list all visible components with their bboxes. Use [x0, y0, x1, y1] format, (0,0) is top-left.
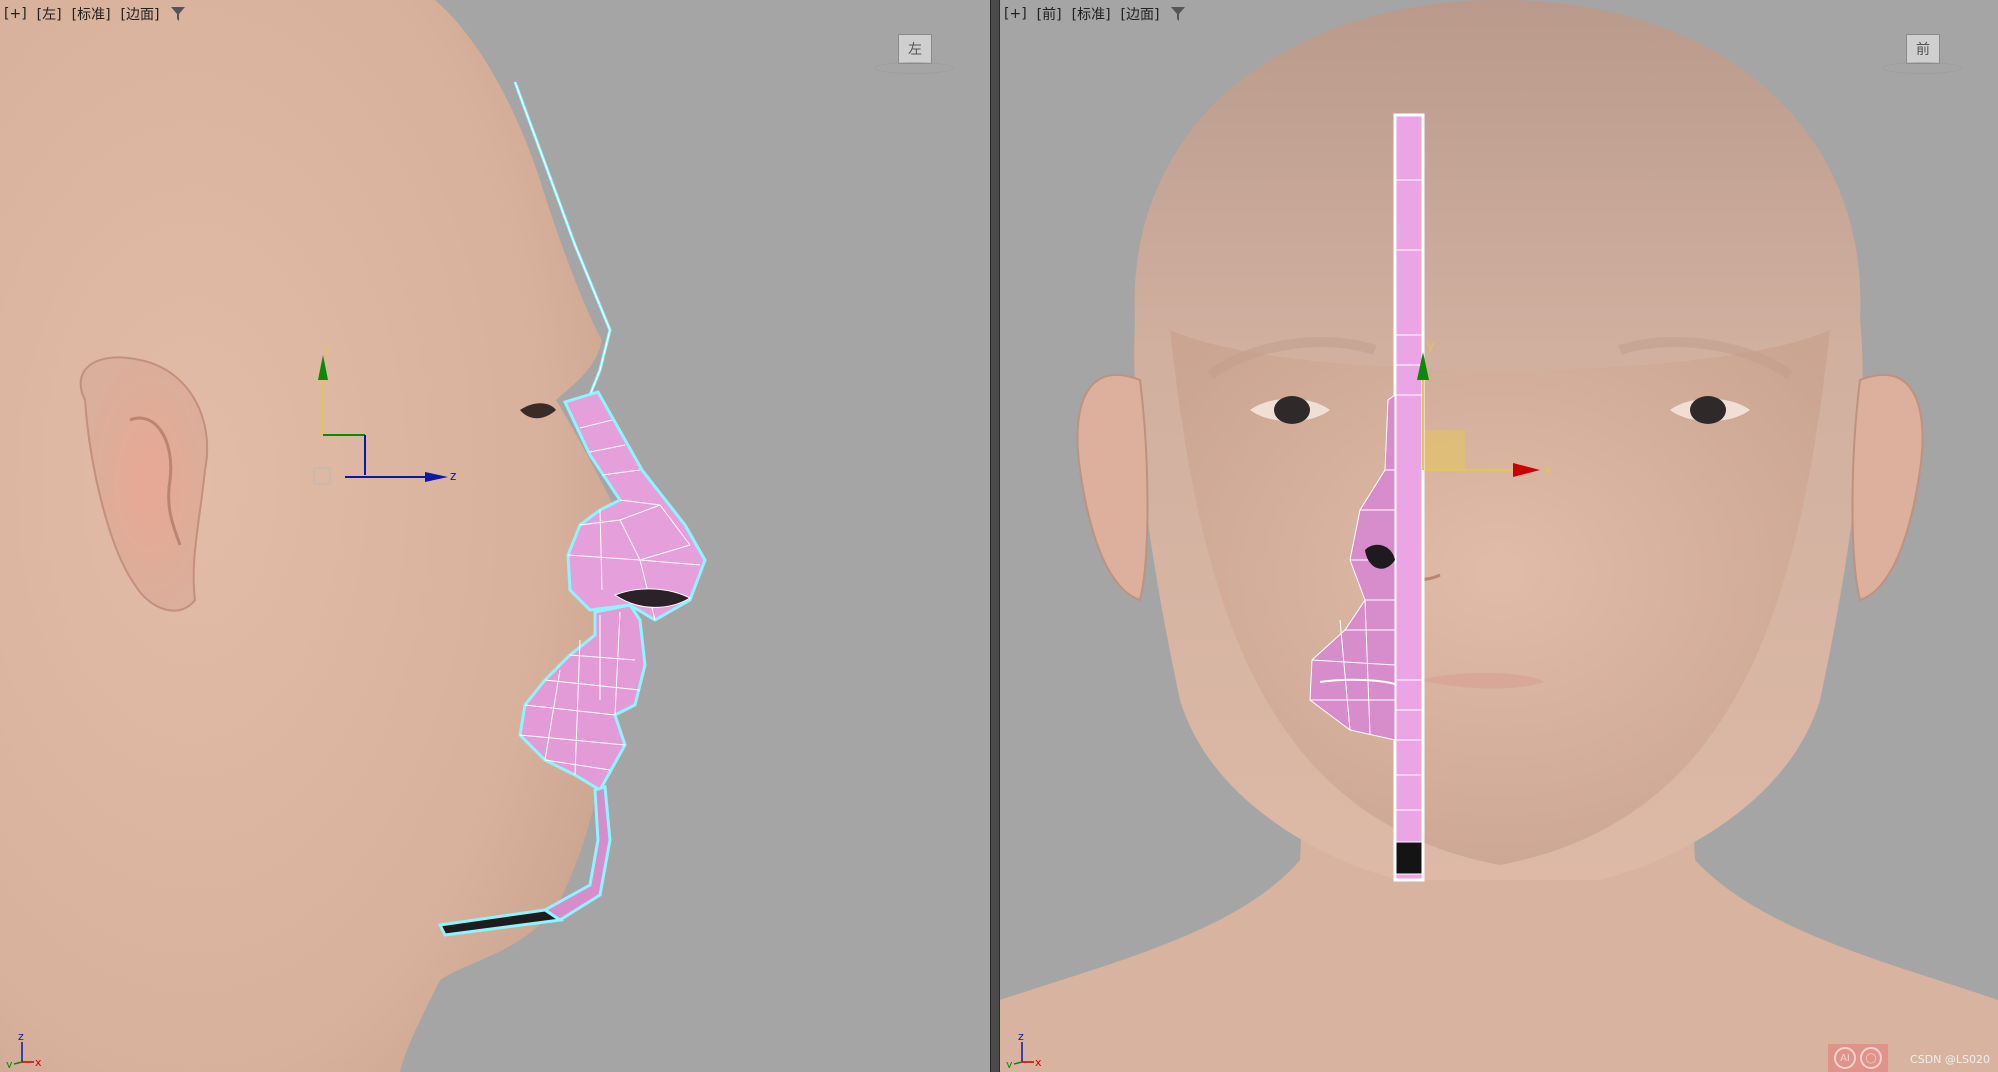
svg-text:y: y [6, 1058, 13, 1068]
svg-text:z: z [18, 1030, 24, 1043]
point-of-view-label[interactable]: 左 [37, 4, 62, 24]
viewcube-ring[interactable] [874, 62, 954, 74]
svg-text:z: z [450, 469, 456, 483]
svg-text:y: y [1006, 1058, 1013, 1068]
left-viewport-labels: + 左 标准 边面 [4, 4, 187, 24]
svg-text:z: z [1018, 1030, 1024, 1043]
ai-badge[interactable]: AI [1834, 1047, 1856, 1069]
viewcube-icon[interactable]: 左 [898, 34, 932, 64]
viewcube-ring[interactable] [1882, 62, 1962, 74]
axis-tripod-left: z x y [6, 1030, 42, 1068]
viewport-divider[interactable] [990, 0, 1000, 1072]
ai-badges: AI ◯ [1828, 1044, 1888, 1072]
ear-right [1851, 374, 1924, 602]
center-strip-mesh [1393, 113, 1425, 882]
filter-icon[interactable] [1169, 5, 1187, 23]
display-mode-label[interactable]: 边面 [121, 4, 160, 24]
ear-left [1076, 374, 1149, 602]
circle-badge[interactable]: ◯ [1860, 1047, 1882, 1069]
max-workspace: y z + 左 标准 边面 左 z x y [0, 0, 1998, 1072]
left-scene: y z [0, 0, 707, 1072]
right-scene: y x [1000, 0, 1998, 1072]
filter-icon[interactable] [169, 5, 187, 23]
viewport-right[interactable]: y x + 前 标准 边面 前 z x y AI ◯ CSDN @LS020 [1000, 0, 1998, 1072]
svg-text:y: y [1427, 339, 1434, 353]
right-viewport-labels: + 前 标准 边面 [1004, 4, 1187, 24]
svg-text:y: y [324, 341, 331, 355]
viewport-menu-label[interactable]: + [4, 6, 27, 22]
shading-label[interactable]: 标准 [72, 4, 111, 24]
viewport-left[interactable]: y z + 左 标准 边面 左 z x y [0, 0, 990, 1072]
axis-tripod-right: z x y [1006, 1030, 1042, 1068]
svg-text:x: x [1544, 463, 1551, 477]
watermark: CSDN @LS020 [1910, 1053, 1990, 1066]
display-mode-label[interactable]: 边面 [1121, 4, 1160, 24]
shading-label[interactable]: 标准 [1072, 4, 1111, 24]
svg-text:x: x [1035, 1056, 1042, 1068]
point-of-view-label[interactable]: 前 [1037, 4, 1062, 24]
viewport-menu-label[interactable]: + [1004, 6, 1027, 22]
svg-text:x: x [35, 1056, 42, 1068]
viewcube-icon[interactable]: 前 [1906, 34, 1940, 64]
